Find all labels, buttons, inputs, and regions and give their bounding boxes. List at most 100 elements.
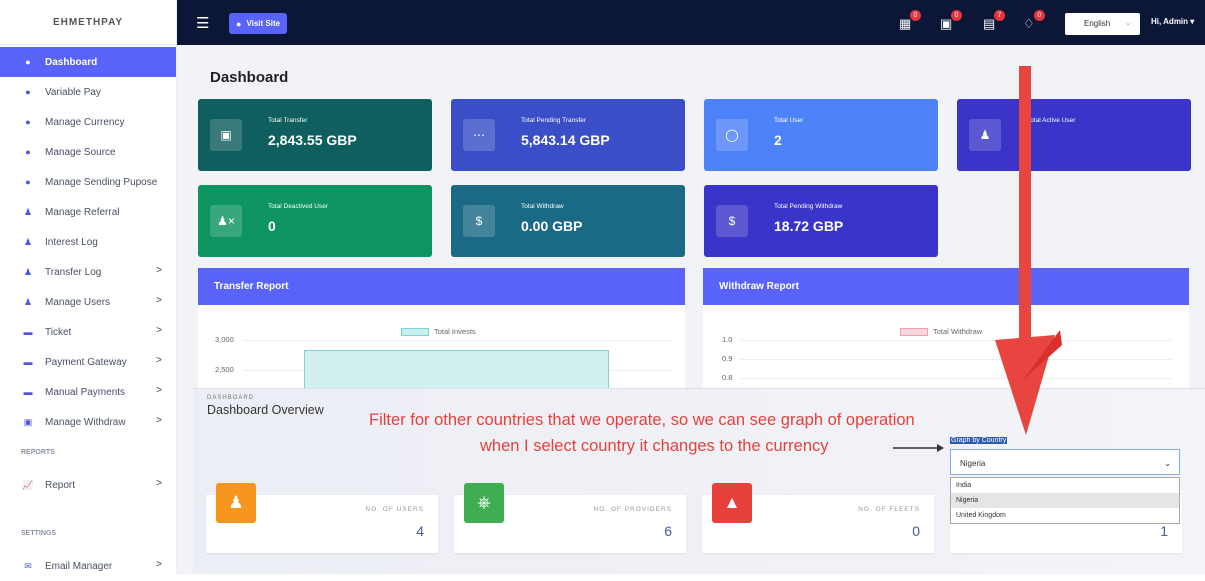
overview-title: Dashboard Overview bbox=[207, 403, 324, 417]
notification-badge: 0 bbox=[1034, 10, 1045, 21]
card-label: Total User bbox=[774, 117, 804, 124]
card-total-pending-withdraw[interactable]: $ Total Pending Withdraw 18.72 GBP bbox=[704, 185, 938, 257]
sidebar-item-label: Payment Gateway bbox=[45, 356, 127, 368]
users-icon: ♟ bbox=[23, 266, 33, 277]
fleet-icon: ▲ bbox=[712, 483, 752, 523]
user-x-icon: ♟× bbox=[210, 205, 242, 237]
annotation-arrow-icon bbox=[893, 444, 944, 452]
card-value: 18.72 GBP bbox=[774, 218, 844, 234]
money-icon: ▣ bbox=[210, 119, 242, 151]
user-icon: ♟ bbox=[969, 119, 1001, 151]
legend-label: Total Withdraw bbox=[933, 327, 983, 336]
bell-icon[interactable]: ♢ 0 bbox=[1023, 10, 1045, 32]
card-total-transfer[interactable]: ▣ Total Transfer 2,843.55 GBP bbox=[198, 99, 432, 171]
panel-title: Withdraw Report bbox=[703, 268, 1189, 305]
scooter-icon: ⎈ bbox=[464, 483, 504, 523]
sidebar-item-manage-withdraw[interactable]: ▣ Manage Withdraw > bbox=[0, 407, 176, 437]
sidebar-item-manual-payments[interactable]: ▬ Manual Payments > bbox=[0, 377, 176, 407]
dashboard-overview-panel: DASHBOARD Dashboard Overview Filter for … bbox=[193, 388, 1205, 574]
sidebar-item-interest-log[interactable]: ♟ Interest Log bbox=[0, 227, 176, 257]
user-icon: ♟ bbox=[216, 483, 256, 523]
chevron-down-icon: ⌄ bbox=[1125, 20, 1131, 27]
country-select[interactable]: Nigeria ⌄ bbox=[950, 449, 1180, 475]
chevron-right-icon: > bbox=[156, 415, 162, 426]
user-icon: ♟ bbox=[23, 236, 33, 247]
sidebar-item-dashboard[interactable]: ● Dashboard bbox=[0, 47, 176, 77]
country-select-value: Nigeria bbox=[960, 459, 986, 468]
sidebar-item-label: Manage Sending Pupose bbox=[45, 176, 158, 188]
dropdown-option-nigeria[interactable]: Nigeria bbox=[951, 493, 1179, 508]
sidebar-item-transfer-log[interactable]: ♟ Transfer Log > bbox=[0, 257, 176, 287]
card-label: Total Pending Withdraw bbox=[774, 203, 843, 210]
chevron-right-icon: > bbox=[156, 295, 162, 306]
globe-icon: ● bbox=[236, 18, 242, 29]
sidebar-item-payment-gateway[interactable]: ▬ Payment Gateway > bbox=[0, 347, 176, 377]
panel-title: Transfer Report bbox=[198, 268, 685, 305]
dropdown-option-india[interactable]: India bbox=[951, 478, 1179, 493]
visit-site-button[interactable]: ● Visit Site bbox=[229, 13, 288, 34]
sidebar-item-ticket[interactable]: ▬ Ticket > bbox=[0, 317, 176, 347]
hamburger-menu-icon[interactable]: ☰ bbox=[196, 14, 209, 32]
card-value: 2 bbox=[774, 132, 782, 148]
money-icon: ▣ bbox=[23, 416, 33, 427]
sidebar-item-report[interactable]: 📈 Report > bbox=[0, 470, 176, 500]
users-icon: ♟ bbox=[23, 296, 33, 307]
page-title: Dashboard bbox=[210, 69, 289, 86]
sidebar-item-email-manager[interactable]: ✉ Email Manager > bbox=[0, 551, 176, 581]
card-icon[interactable]: ▤ 7 bbox=[983, 10, 1005, 32]
card-total-user[interactable]: ◯ Total User 2 bbox=[704, 99, 938, 171]
overview-stat-card[interactable]: ▲ NO. OF FLEETS 0 bbox=[702, 483, 934, 553]
language-select[interactable]: English ⌄ bbox=[1065, 13, 1140, 35]
sidebar-item-manage-currency[interactable]: ● Manage Currency bbox=[0, 107, 176, 137]
graph-by-country-label: Graph by Country bbox=[950, 437, 1008, 444]
stat-value: 0 bbox=[912, 523, 920, 539]
card-icon: ▬ bbox=[23, 387, 33, 397]
sidebar-item-manage-referral[interactable]: ♟ Manage Referral bbox=[0, 197, 176, 227]
card-label: Total Active User bbox=[1027, 117, 1076, 124]
money-icon[interactable]: ▣ 0 bbox=[940, 10, 962, 32]
user-icon: ♟ bbox=[23, 206, 33, 217]
sidebar-item-manage-sending-pupose[interactable]: ● Manage Sending Pupose bbox=[0, 167, 176, 197]
y-tick-label: 0.8 bbox=[722, 373, 733, 382]
sidebar-item-manage-users[interactable]: ♟ Manage Users > bbox=[0, 287, 176, 317]
stat-label: NO. OF FLEETS bbox=[858, 506, 920, 513]
annotation-text: Filter for other countries that we opera… bbox=[369, 411, 915, 429]
card-total-deactived-user[interactable]: ♟× Total Deactived User 0 bbox=[198, 185, 432, 257]
dot-icon: ● bbox=[25, 87, 31, 97]
card-total-pending-transfer[interactable]: ⋯ Total Pending Transfer 5,843.14 GBP bbox=[451, 99, 685, 171]
stat-value: 1 bbox=[1160, 523, 1168, 539]
sidebar-item-label: Manual Payments bbox=[45, 386, 126, 398]
envelope-icon: ✉ bbox=[24, 560, 32, 571]
sidebar-item-variable-pay[interactable]: ● Variable Pay bbox=[0, 77, 176, 107]
y-tick-label: 2,500 bbox=[215, 365, 234, 374]
card-value: 2,843.55 GBP bbox=[268, 132, 357, 148]
stat-value: 6 bbox=[664, 523, 672, 539]
card-total-active-user[interactable]: ♟ Total Active User bbox=[957, 99, 1191, 171]
chevron-right-icon: > bbox=[156, 385, 162, 396]
card-total-withdraw[interactable]: $ Total Withdraw 0.00 GBP bbox=[451, 185, 685, 257]
admin-label: Hi, Admin bbox=[1151, 17, 1189, 26]
country-dropdown: India Nigeria United Kingdom bbox=[950, 477, 1180, 524]
chart-icon: 📈 bbox=[22, 479, 34, 490]
dropdown-option-united-kingdom[interactable]: United Kingdom bbox=[951, 508, 1179, 523]
user-icon: ◯ bbox=[716, 119, 748, 151]
ticket-icon[interactable]: ▦ 0 bbox=[899, 10, 921, 32]
breadcrumb: DASHBOARD bbox=[207, 395, 255, 401]
chart-legend[interactable]: Total Withdraw bbox=[900, 327, 982, 336]
sidebar: EHMETHPAY ● Dashboard ● Variable Pay ● Manage… bbox=[0, 0, 177, 574]
chevron-right-icon: > bbox=[156, 355, 162, 366]
admin-menu[interactable]: Hi, Admin ▾ bbox=[1151, 17, 1194, 26]
dot-icon: ● bbox=[25, 117, 31, 127]
overview-stat-card[interactable]: ⎈ NO. OF PROVIDERS 6 bbox=[454, 483, 686, 553]
notification-badge: 0 bbox=[910, 10, 921, 21]
transfer-report-panel: Transfer Report Total Invests 3,000 2,50… bbox=[198, 268, 685, 393]
sidebar-item-label: Interest Log bbox=[45, 236, 98, 248]
stat-label: NO. OF USERS bbox=[365, 506, 424, 513]
withdraw-report-panel: Withdraw Report Total Withdraw 1.0 0.9 0… bbox=[703, 268, 1189, 393]
sidebar-item-manage-source[interactable]: ● Manage Source bbox=[0, 137, 176, 167]
overview-stat-card[interactable]: ♟ NO. OF USERS 4 bbox=[206, 483, 438, 553]
sidebar-item-label: Manage Currency bbox=[45, 116, 125, 128]
chart-legend[interactable]: Total Invests bbox=[401, 327, 476, 336]
sidebar-item-label: Dashboard bbox=[45, 56, 98, 68]
brand-logo[interactable]: EHMETHPAY bbox=[0, 0, 176, 45]
